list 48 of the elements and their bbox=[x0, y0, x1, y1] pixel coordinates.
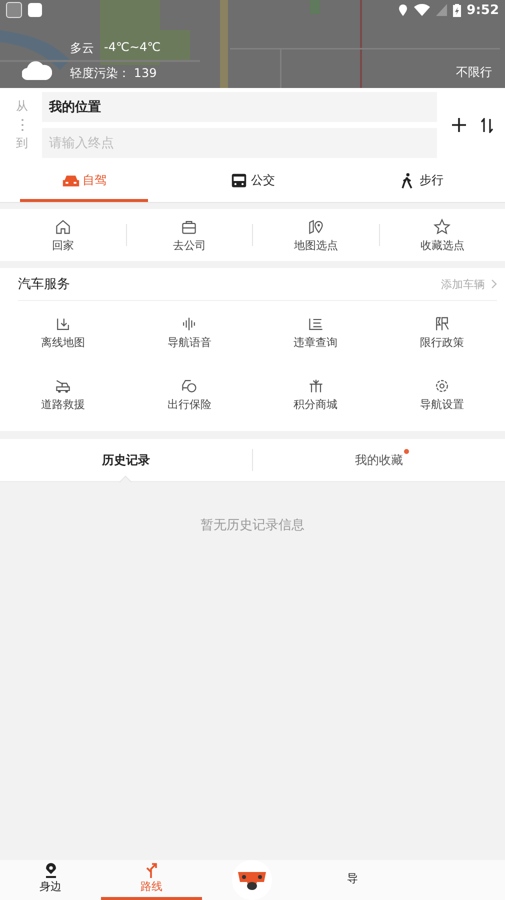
service-button[interactable]: 违章查询 bbox=[252, 301, 379, 363]
to-label: 到 bbox=[16, 135, 28, 152]
mode-tab[interactable]: 公交 bbox=[188, 162, 317, 202]
mascot-button[interactable] bbox=[232, 860, 272, 900]
quick-place-button[interactable]: 地图选点 bbox=[253, 214, 378, 256]
mode-tab[interactable]: 步行 bbox=[356, 162, 485, 202]
mode-tab[interactable]: 自驾 bbox=[20, 162, 148, 202]
signal-icon bbox=[436, 4, 447, 16]
nav-tab[interactable]: 身边 bbox=[0, 860, 101, 900]
origin-field[interactable]: 我的位置 bbox=[42, 92, 437, 122]
notification-icon bbox=[6, 2, 22, 18]
home-icon bbox=[54, 218, 72, 236]
add-icon[interactable] bbox=[451, 117, 467, 133]
status-time: 9:52 bbox=[466, 2, 499, 18]
map-pin-icon bbox=[306, 218, 325, 236]
notification-icon bbox=[28, 3, 42, 17]
location-icon bbox=[398, 4, 408, 16]
service-button[interactable]: 导航设置 bbox=[378, 363, 505, 425]
service-button[interactable]: 离线地图 bbox=[0, 301, 126, 363]
gift-icon bbox=[306, 376, 325, 394]
service-button[interactable]: 出行保险 bbox=[126, 363, 252, 425]
nav-tab[interactable]: 路线 bbox=[101, 860, 202, 900]
empty-message: 暂无历史记录信息 bbox=[200, 517, 304, 535]
chevron-icon bbox=[491, 279, 497, 289]
service-button[interactable]: 道路救援 bbox=[0, 363, 126, 425]
quick-place-button[interactable]: 收藏选点 bbox=[380, 214, 505, 256]
destination-field[interactable]: 请输入终点 bbox=[42, 128, 437, 158]
star-icon bbox=[433, 218, 452, 236]
service-button[interactable]: 积分商城 bbox=[252, 363, 379, 425]
quick-place-button[interactable]: 回家 bbox=[0, 214, 126, 256]
air-quality: 轻度污染： 139 bbox=[70, 65, 158, 82]
service-button[interactable]: 限行政策 bbox=[378, 301, 505, 363]
wifi-icon bbox=[414, 4, 430, 16]
quick-place-button[interactable]: 去公司 bbox=[126, 214, 252, 256]
record-tab[interactable]: 我的收藏 bbox=[253, 439, 505, 481]
section-title: 汽车服务 bbox=[18, 276, 70, 293]
service-button[interactable]: 导航语音 bbox=[126, 301, 252, 363]
temperature-range: -4℃~4℃ bbox=[104, 40, 161, 56]
dots-icon bbox=[20, 118, 24, 132]
weather-condition: 多云 bbox=[70, 40, 94, 57]
bus-icon bbox=[230, 172, 248, 188]
from-label: 从 bbox=[16, 98, 28, 115]
route-arrow-icon bbox=[146, 863, 158, 878]
traffic-restriction: 不限行 bbox=[456, 64, 492, 81]
swap-icon[interactable] bbox=[481, 118, 493, 132]
location-pin-icon bbox=[44, 863, 56, 878]
nav-tab[interactable]: 导 bbox=[302, 860, 403, 900]
car-icon bbox=[62, 172, 80, 188]
